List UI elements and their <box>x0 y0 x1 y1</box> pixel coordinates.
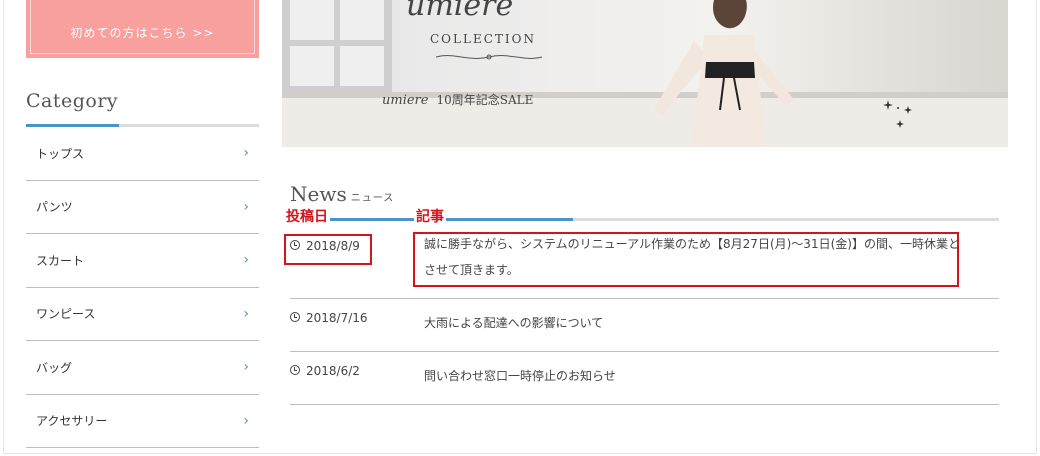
category-item-onepiece[interactable]: ワンピース › <box>26 288 259 341</box>
annotation-date-box <box>284 234 372 265</box>
news-item[interactable]: 2018/7/16 大雨による配達への影響について <box>290 298 999 352</box>
chevron-right-icon: › <box>243 305 249 322</box>
news-heading: News ニュース <box>290 182 394 206</box>
category-item-label: アクセサリー <box>36 414 108 429</box>
category-item-skirt[interactable]: スカート › <box>26 234 259 288</box>
chevron-right-icon: › <box>243 198 249 215</box>
chevron-right-icon: › <box>243 252 249 269</box>
category-item-label: ワンピース <box>36 307 96 322</box>
news-item-title-link[interactable]: 問い合わせ窓口一時停止のお知らせ <box>424 363 964 389</box>
category-title: Category <box>26 90 119 112</box>
chevron-right-icon: › <box>243 412 249 429</box>
annotation-article-label: 記事 <box>414 209 446 225</box>
category-list: トップス › パンツ › スカート › ワンピース › バッグ › アクセサリー › <box>26 127 259 448</box>
window-pane <box>290 0 334 40</box>
news-item-date-text: 2018/6/2 <box>306 364 360 378</box>
news-item-date-text: 2018/7/16 <box>306 311 368 325</box>
clock-icon <box>290 365 300 375</box>
news-item-date: 2018/7/16 <box>290 311 368 325</box>
chevron-right-icon: › <box>243 359 249 376</box>
category-item-label: バッグ <box>36 360 73 375</box>
sparkle-stars-icon <box>883 100 912 128</box>
category-item-pants[interactable]: パンツ › <box>26 181 259 234</box>
news-heading-rule <box>290 218 999 221</box>
sale-banner[interactable]: umiere COLLECTION umiere 10周年記念SALE <box>282 0 1008 147</box>
flourish-ornament-icon <box>435 54 543 60</box>
model-photo-icon <box>654 0 794 147</box>
banner-script-title: umiere <box>406 0 514 23</box>
banner-sale-brand: umiere <box>382 93 429 108</box>
category-item-label: トップス <box>36 146 85 161</box>
window-pane <box>290 46 334 86</box>
news-heading-ja: ニュース <box>350 193 395 204</box>
first-time-guide-button[interactable]: 初めての方はこちら >> <box>26 0 259 58</box>
category-item-tops[interactable]: トップス › <box>26 127 259 181</box>
category-item-accessory[interactable]: アクセサリー › <box>26 395 259 448</box>
banner-sale-text: umiere 10周年記念SALE <box>382 91 533 108</box>
button-inner-border <box>30 0 255 54</box>
news-item-date: 2018/6/2 <box>290 364 360 378</box>
chevron-right-icon: › <box>243 145 249 162</box>
category-item-bag[interactable]: バッグ › <box>26 341 259 395</box>
banner-sale-label: 10周年記念SALE <box>436 93 534 107</box>
annotation-date-label: 投稿日 <box>284 209 330 225</box>
category-item-label: パンツ <box>36 200 73 215</box>
annotation-article-box <box>413 232 959 287</box>
news-item[interactable]: 2018/6/2 問い合わせ窓口一時停止のお知らせ <box>290 351 999 405</box>
category-item-label: スカート <box>36 253 85 268</box>
window-pane <box>340 0 384 40</box>
banner-collection-text: COLLECTION <box>430 32 536 46</box>
clock-icon <box>290 312 300 322</box>
news-heading-en: News <box>290 182 347 206</box>
news-item-title-link[interactable]: 大雨による配達への影響について <box>424 310 964 336</box>
window-pane <box>340 46 384 86</box>
